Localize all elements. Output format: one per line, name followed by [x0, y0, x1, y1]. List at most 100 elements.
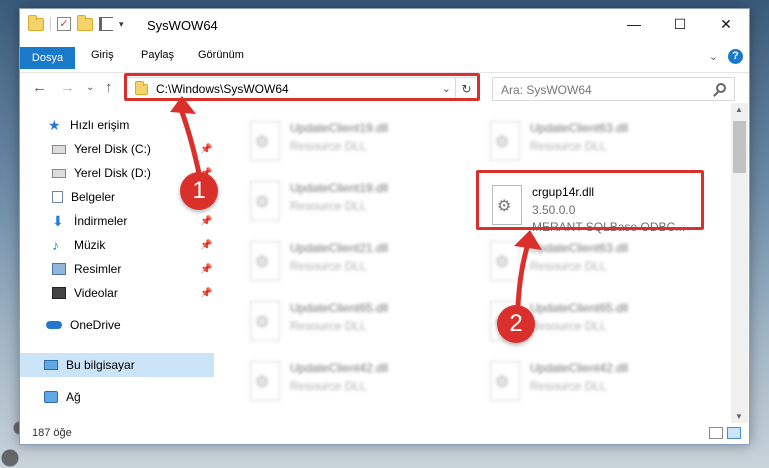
dll-file-icon: [250, 121, 280, 161]
file-name: UpdateClient65.dll: [290, 301, 389, 315]
sidebar-item-label: Hızlı erişim: [70, 118, 130, 132]
file-name: UpdateClient65.dll: [530, 301, 629, 315]
sidebar-item-label: Yerel Disk (D:): [74, 166, 151, 180]
pin-icon[interactable]: 📌: [200, 288, 212, 299]
scroll-up-icon[interactable]: ▲: [735, 105, 743, 114]
sidebar-item-music[interactable]: ♪ Müzik 📌: [20, 233, 214, 257]
close-button[interactable]: ✕: [703, 9, 749, 39]
sidebar-item-label: Ağ: [66, 390, 81, 404]
properties-check-icon[interactable]: ✓: [57, 17, 71, 31]
star-icon: ★: [48, 117, 61, 133]
file-type: Resource DLL: [290, 139, 367, 153]
properties-icon[interactable]: [99, 17, 113, 31]
scroll-thumb[interactable]: [733, 121, 746, 173]
file-item[interactable]: UpdateClient19.dll Resource DLL: [236, 175, 471, 225]
navigation-pane: ★ Hızlı erişim Yerel Disk (C:) 📌 Yerel D…: [20, 113, 214, 423]
sidebar-item-label: OneDrive: [70, 318, 121, 332]
file-item[interactable]: UpdateClient21.dll Resource DLL: [236, 235, 471, 285]
sidebar-item-quick-access[interactable]: ★ Hızlı erişim: [20, 113, 214, 137]
status-bar: 187 öğe: [20, 422, 749, 444]
file-name: UpdateClient42.dll: [290, 361, 389, 375]
music-icon: ♪: [52, 237, 59, 253]
title-bar: ✓ ▾ SysWOW64 — ☐ ✕: [20, 9, 749, 41]
file-item[interactable]: UpdateClient19.dll Resource DLL: [236, 115, 471, 165]
view-toggle: [709, 427, 741, 439]
file-item[interactable]: UpdateClient63.dll Resource DLL: [476, 115, 711, 165]
file-item[interactable]: UpdateClient42.dll Resource DLL: [236, 355, 471, 405]
forward-icon[interactable]: →: [60, 79, 75, 96]
drive-icon: [52, 144, 66, 154]
file-name: UpdateClient63.dll: [530, 121, 629, 135]
dll-file-icon: [490, 121, 520, 161]
new-folder-icon[interactable]: [77, 14, 93, 31]
file-list: UpdateClient19.dll Resource DLL UpdateCl…: [216, 103, 731, 423]
file-type: Resource DLL: [290, 199, 367, 213]
videos-icon: [52, 287, 66, 299]
tab-paylas[interactable]: Paylaş: [141, 49, 174, 61]
sidebar-item-local-disk-c[interactable]: Yerel Disk (C:) 📌: [20, 137, 214, 161]
customize-toolbar-dropdown[interactable]: ▾: [119, 19, 124, 30]
file-type: Resource DLL: [530, 139, 607, 153]
scroll-down-icon[interactable]: ▼: [735, 412, 743, 421]
sidebar-item-label: Yerel Disk (C:): [74, 142, 151, 156]
tab-dosya[interactable]: Dosya: [20, 47, 75, 69]
ribbon-controls: ⌄ ?: [709, 49, 743, 64]
network-icon: [44, 391, 58, 403]
back-icon[interactable]: ←: [32, 79, 47, 96]
documents-icon: [52, 191, 63, 203]
pin-icon[interactable]: 📌: [200, 264, 212, 275]
help-icon[interactable]: ?: [728, 49, 743, 64]
pin-icon[interactable]: 📌: [200, 144, 212, 155]
sidebar-item-label: İndirmeler: [74, 214, 128, 228]
maximize-button[interactable]: ☐: [657, 9, 703, 39]
sidebar-item-label: Videolar: [74, 286, 118, 300]
sidebar-item-this-pc[interactable]: Bu bilgisayar: [20, 353, 214, 377]
sidebar-item-pictures[interactable]: Resimler 📌: [20, 257, 214, 281]
dll-file-icon: [250, 301, 280, 341]
up-icon[interactable]: ↑: [105, 79, 113, 96]
sidebar-item-label: Bu bilgisayar: [66, 358, 135, 372]
file-type: Resource DLL: [530, 259, 607, 273]
file-type: Resource DLL: [530, 319, 607, 333]
sidebar-item-downloads[interactable]: ⬇ İndirmeler 📌: [20, 209, 214, 233]
dll-file-icon: [250, 361, 280, 401]
sidebar-item-videos[interactable]: Videolar 📌: [20, 281, 214, 305]
file-highlight-box: [476, 170, 704, 230]
window-title: SysWOW64: [147, 18, 218, 33]
file-item[interactable]: UpdateClient65.dll Resource DLL: [236, 295, 471, 345]
sidebar-item-network[interactable]: Ağ: [20, 385, 214, 409]
file-name: UpdateClient19.dll: [290, 121, 389, 135]
details-view-icon[interactable]: [709, 427, 723, 439]
item-count: 187 öğe: [32, 427, 72, 439]
pictures-icon: [52, 263, 66, 275]
pin-icon[interactable]: 📌: [200, 240, 212, 251]
download-icon: ⬇: [52, 213, 64, 229]
sidebar-item-onedrive[interactable]: OneDrive: [20, 313, 214, 337]
search-placeholder: Ara: SysWOW64: [501, 83, 592, 97]
file-name: UpdateClient21.dll: [290, 241, 389, 255]
ribbon-tabs: Dosya Giriş Paylaş Görünüm ⌄ ?: [20, 41, 749, 73]
file-type: Resource DLL: [530, 379, 607, 393]
sidebar-item-label: Resimler: [74, 262, 122, 276]
file-type: Resource DLL: [290, 379, 367, 393]
address-highlight-box: [124, 73, 480, 101]
tab-giris[interactable]: Giriş: [91, 49, 114, 61]
minimize-button[interactable]: —: [611, 9, 657, 39]
pin-icon[interactable]: 📌: [200, 216, 212, 227]
expand-ribbon-icon[interactable]: ⌄: [709, 50, 718, 63]
dll-file-icon: [250, 181, 280, 221]
quick-access-toolbar: ✓ ▾: [28, 14, 124, 31]
file-type: Resource DLL: [290, 259, 367, 273]
tab-gorunum[interactable]: Görünüm: [198, 49, 244, 61]
step-badge-2: 2: [497, 305, 535, 343]
dll-file-icon: [250, 241, 280, 281]
file-item[interactable]: UpdateClient42.dll Resource DLL: [476, 355, 711, 405]
file-item[interactable]: UpdateClient63.dll Resource DLL: [476, 235, 711, 285]
search-icon[interactable]: [716, 83, 726, 93]
folder-icon: [28, 14, 44, 31]
recent-locations-icon[interactable]: ⌄: [86, 82, 94, 93]
vertical-scrollbar[interactable]: ▲ ▼: [731, 103, 748, 423]
search-input[interactable]: Ara: SysWOW64: [492, 77, 735, 101]
large-icons-view-icon[interactable]: [727, 427, 741, 439]
computer-icon: [44, 360, 58, 370]
